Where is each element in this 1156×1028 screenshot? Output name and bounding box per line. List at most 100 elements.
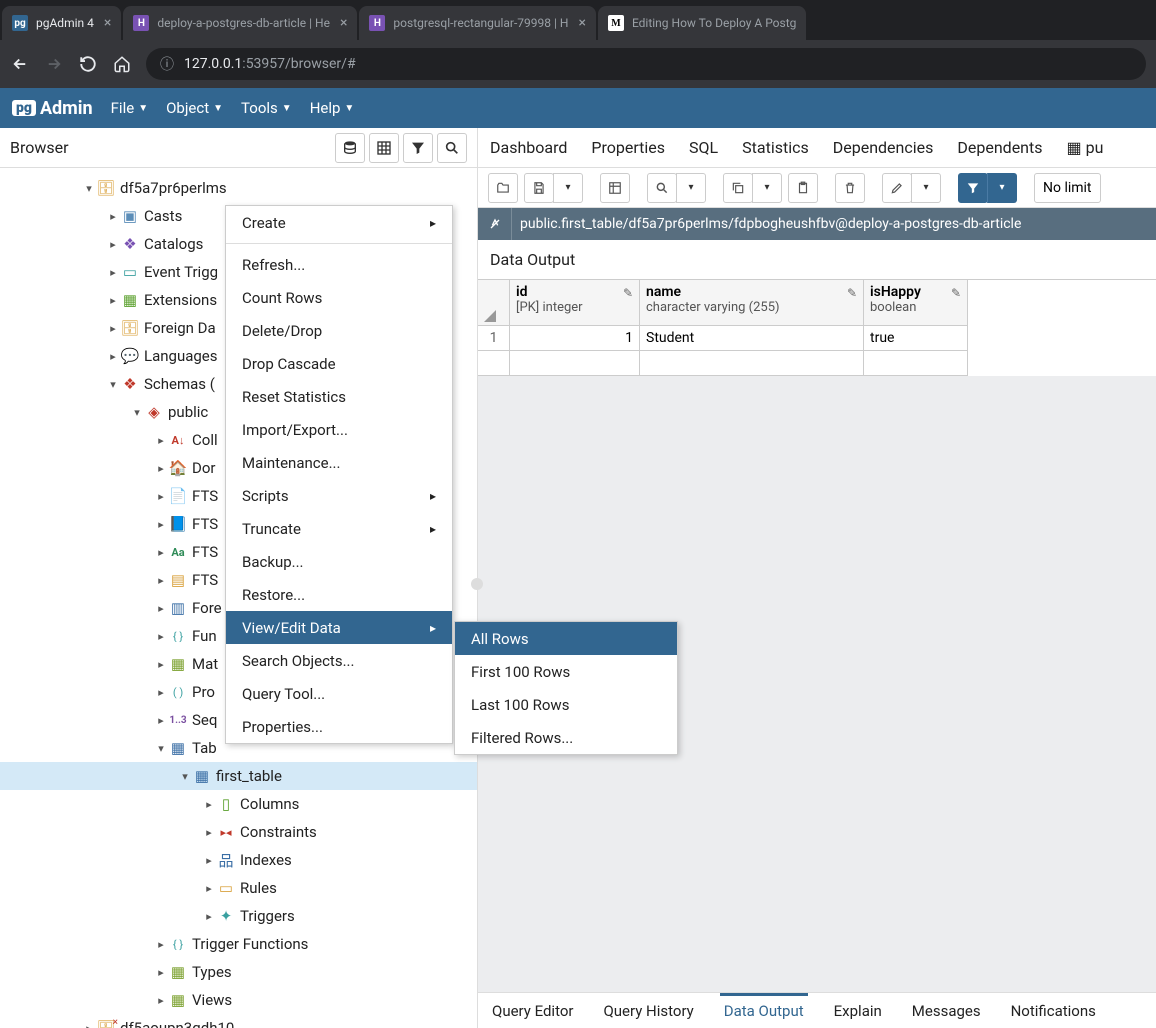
expand-icon[interactable]: ▸ bbox=[202, 910, 216, 923]
tab-properties[interactable]: Properties bbox=[591, 138, 665, 157]
cm-search-objects[interactable]: Search Objects... bbox=[226, 644, 452, 677]
cm-create[interactable]: Create▸ bbox=[226, 206, 452, 239]
tab-query-history[interactable]: Query History bbox=[599, 996, 697, 1026]
close-icon[interactable]: × bbox=[578, 15, 585, 31]
sidebar-tool-filter-icon[interactable] bbox=[403, 133, 433, 163]
expand-icon[interactable]: ▸ bbox=[154, 658, 168, 671]
splitter-handle[interactable] bbox=[471, 578, 483, 590]
cm-reset-statistics[interactable]: Reset Statistics bbox=[226, 380, 452, 413]
sidebar-tool-grid-icon[interactable] bbox=[369, 133, 399, 163]
sidebar-tool-db-icon[interactable] bbox=[335, 133, 365, 163]
expand-icon[interactable]: ▸ bbox=[106, 294, 120, 307]
table-row[interactable]: 1 1 Student true bbox=[478, 326, 1156, 351]
edit-icon[interactable]: ✎ bbox=[951, 286, 961, 300]
tree-node-other-database[interactable]: ▸🗄×df5aoupn3qdh10 bbox=[0, 1014, 477, 1028]
row-number[interactable]: 1 bbox=[478, 326, 510, 351]
tree-node-columns[interactable]: ▸▯Columns bbox=[0, 790, 477, 818]
expand-icon[interactable]: ▸ bbox=[154, 630, 168, 643]
tree-node-rules[interactable]: ▸▭Rules bbox=[0, 874, 477, 902]
expand-icon[interactable]: ▸ bbox=[106, 350, 120, 363]
collapse-icon[interactable]: ▾ bbox=[178, 770, 192, 783]
cell-id[interactable] bbox=[510, 351, 640, 376]
forward-button[interactable] bbox=[44, 54, 64, 74]
save-button[interactable] bbox=[524, 173, 554, 203]
tree-node-trigger-functions[interactable]: ▸{ }Trigger Functions bbox=[0, 930, 477, 958]
expand-icon[interactable]: ▸ bbox=[154, 714, 168, 727]
grid-corner[interactable] bbox=[478, 280, 510, 326]
sidebar-tool-search-icon[interactable] bbox=[437, 133, 467, 163]
close-icon[interactable]: × bbox=[340, 15, 347, 31]
filter-dropdown[interactable]: ▾ bbox=[987, 173, 1017, 203]
collapse-icon[interactable]: ▾ bbox=[82, 182, 96, 195]
expand-icon[interactable]: ▸ bbox=[106, 322, 120, 335]
cell-ishappy[interactable]: true bbox=[864, 326, 968, 351]
table-row-empty[interactable] bbox=[478, 351, 1156, 376]
collapse-icon[interactable]: ▾ bbox=[106, 378, 120, 391]
info-icon[interactable]: ⓘ bbox=[160, 54, 174, 74]
cell-ishappy[interactable] bbox=[864, 351, 968, 376]
expand-icon[interactable]: ▸ bbox=[154, 966, 168, 979]
home-button[interactable] bbox=[112, 54, 132, 74]
cm-delete-drop[interactable]: Delete/Drop bbox=[226, 314, 452, 347]
menu-help[interactable]: Help▼ bbox=[310, 99, 355, 117]
tab-query-editor[interactable]: Query Editor bbox=[488, 996, 577, 1026]
menu-object[interactable]: Object▼ bbox=[166, 99, 223, 117]
edit-button[interactable] bbox=[882, 173, 912, 203]
tree-node-types[interactable]: ▸▦Types bbox=[0, 958, 477, 986]
cm-sub-first-100[interactable]: First 100 Rows bbox=[455, 655, 677, 688]
cell-name[interactable] bbox=[640, 351, 864, 376]
copy-button[interactable] bbox=[723, 173, 753, 203]
expand-icon[interactable]: ▸ bbox=[202, 826, 216, 839]
menu-tools[interactable]: Tools▼ bbox=[241, 99, 292, 117]
expand-icon[interactable]: ▸ bbox=[154, 546, 168, 559]
filter-button[interactable] bbox=[958, 173, 988, 203]
cm-restore[interactable]: Restore... bbox=[226, 578, 452, 611]
expand-icon[interactable]: ▸ bbox=[154, 602, 168, 615]
cm-view-edit-data[interactable]: View/Edit Data▸ bbox=[226, 611, 452, 644]
cm-import-export[interactable]: Import/Export... bbox=[226, 413, 452, 446]
column-header-id[interactable]: id[PK] integer✎ bbox=[510, 280, 640, 326]
cm-query-tool[interactable]: Query Tool... bbox=[226, 677, 452, 710]
tree-node-first-table[interactable]: ▾▦first_table bbox=[0, 762, 477, 790]
edit-icon[interactable]: ✎ bbox=[847, 286, 857, 300]
expand-icon[interactable]: ▸ bbox=[154, 574, 168, 587]
collapse-icon[interactable]: ▾ bbox=[130, 406, 144, 419]
menu-file[interactable]: File▼ bbox=[111, 99, 148, 117]
expand-icon[interactable]: ▸ bbox=[106, 238, 120, 251]
browser-tab-pgadmin[interactable]: pg pgAdmin 4 × bbox=[2, 6, 121, 40]
cm-properties[interactable]: Properties... bbox=[226, 710, 452, 743]
cm-sub-filtered[interactable]: Filtered Rows... bbox=[455, 721, 677, 754]
save-dropdown[interactable]: ▾ bbox=[553, 173, 583, 203]
edit-icon[interactable]: ✎ bbox=[623, 286, 633, 300]
cm-count-rows[interactable]: Count Rows bbox=[226, 281, 452, 314]
cm-sub-last-100[interactable]: Last 100 Rows bbox=[455, 688, 677, 721]
cm-maintenance[interactable]: Maintenance... bbox=[226, 446, 452, 479]
back-button[interactable] bbox=[10, 54, 30, 74]
tab-sql[interactable]: SQL bbox=[689, 138, 718, 157]
pgadmin-logo[interactable]: pg Admin bbox=[12, 98, 93, 119]
delete-row-button[interactable] bbox=[835, 173, 865, 203]
expand-icon[interactable]: ▸ bbox=[154, 686, 168, 699]
browser-tab-medium[interactable]: M Editing How To Deploy A Postg bbox=[598, 6, 806, 40]
close-icon[interactable]: × bbox=[104, 15, 111, 31]
cm-scripts[interactable]: Scripts▸ bbox=[226, 479, 452, 512]
collapse-icon[interactable]: ▾ bbox=[154, 742, 168, 755]
tab-query-tool[interactable]: ▦pu bbox=[1067, 138, 1104, 157]
tab-dependents[interactable]: Dependents bbox=[957, 138, 1042, 157]
tab-data-output[interactable]: Data Output bbox=[720, 993, 808, 1026]
open-file-button[interactable] bbox=[488, 173, 518, 203]
expand-icon[interactable]: ▸ bbox=[202, 854, 216, 867]
address-bar[interactable]: ⓘ 127.0.0.1:53957/browser/# bbox=[146, 48, 1146, 80]
column-header-ishappy[interactable]: isHappyboolean✎ bbox=[864, 280, 968, 326]
reload-button[interactable] bbox=[78, 54, 98, 74]
expand-icon[interactable]: ▸ bbox=[154, 490, 168, 503]
tab-messages[interactable]: Messages bbox=[908, 996, 985, 1026]
tree-node-database[interactable]: ▾🗄df5a7pr6perlms bbox=[0, 174, 477, 202]
browser-tab-heroku1[interactable]: H deploy-a-postgres-db-article | He × bbox=[123, 6, 357, 40]
expand-icon[interactable]: ▸ bbox=[106, 266, 120, 279]
tab-dashboard[interactable]: Dashboard bbox=[490, 138, 567, 157]
tree-node-constraints[interactable]: ▸▸◂Constraints bbox=[0, 818, 477, 846]
cm-refresh[interactable]: Refresh... bbox=[226, 248, 452, 281]
tab-explain[interactable]: Explain bbox=[830, 996, 886, 1026]
expand-icon[interactable]: ▸ bbox=[154, 434, 168, 447]
